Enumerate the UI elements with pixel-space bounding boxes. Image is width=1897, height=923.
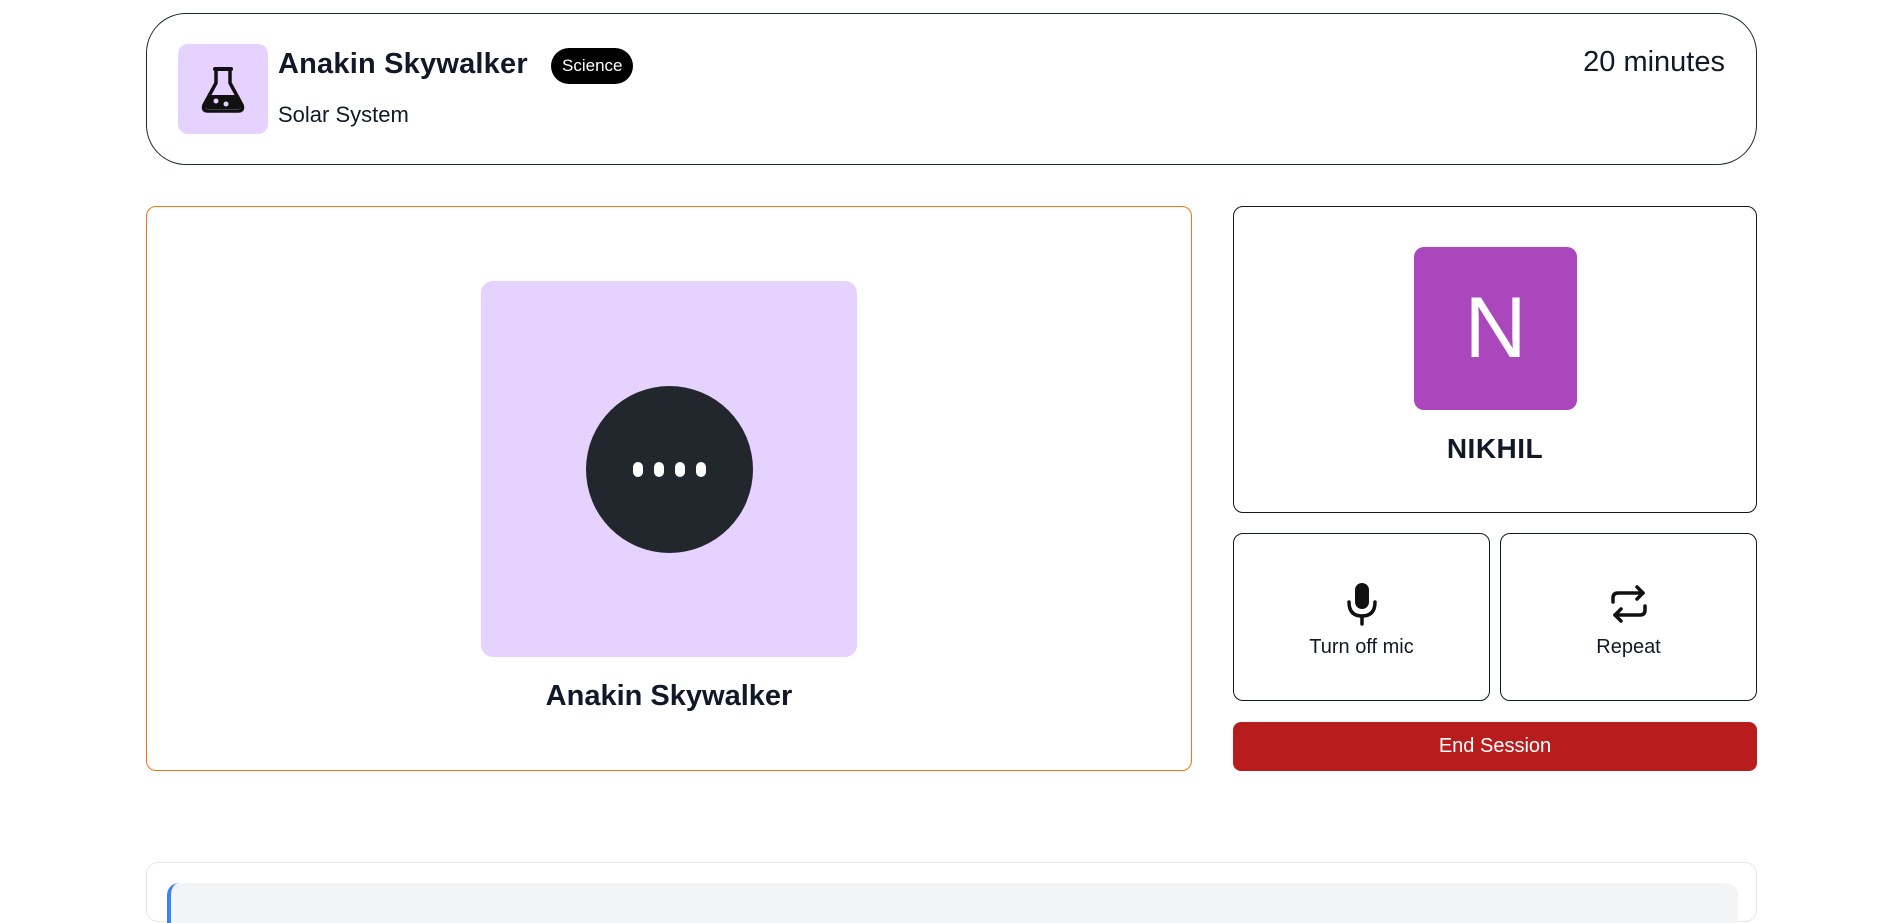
subject-icon-container [178,44,268,134]
session-header: Anakin Skywalker Science Solar System 20… [146,13,1757,165]
transcript-message [167,883,1738,923]
end-session-button[interactable]: End Session [1233,722,1757,771]
user-card: N NIKHIL [1233,206,1757,513]
session-topic: Solar System [278,102,409,127]
microphone-icon [1346,582,1377,626]
companion-title: Anakin Skywalker [278,48,528,80]
subject-badge: Science [551,48,634,84]
repeat-icon [1610,584,1647,623]
toggle-mic-button[interactable]: Turn off mic [1233,533,1490,701]
companion-panel: Anakin Skywalker [146,206,1192,771]
companion-name-label: Anakin Skywalker [545,680,793,712]
repeat-button-label: Repeat [1596,635,1661,658]
mic-button-label: Turn off mic [1309,635,1414,658]
transcript-panel [146,862,1757,923]
speaking-dots-icon [585,385,753,553]
avatar: N [1414,247,1577,410]
companion-avatar [481,281,857,657]
session-duration: 20 minutes [1583,46,1725,78]
repeat-button[interactable]: Repeat [1500,533,1757,701]
flask-icon [201,67,245,113]
user-name: NIKHIL [1446,433,1544,464]
